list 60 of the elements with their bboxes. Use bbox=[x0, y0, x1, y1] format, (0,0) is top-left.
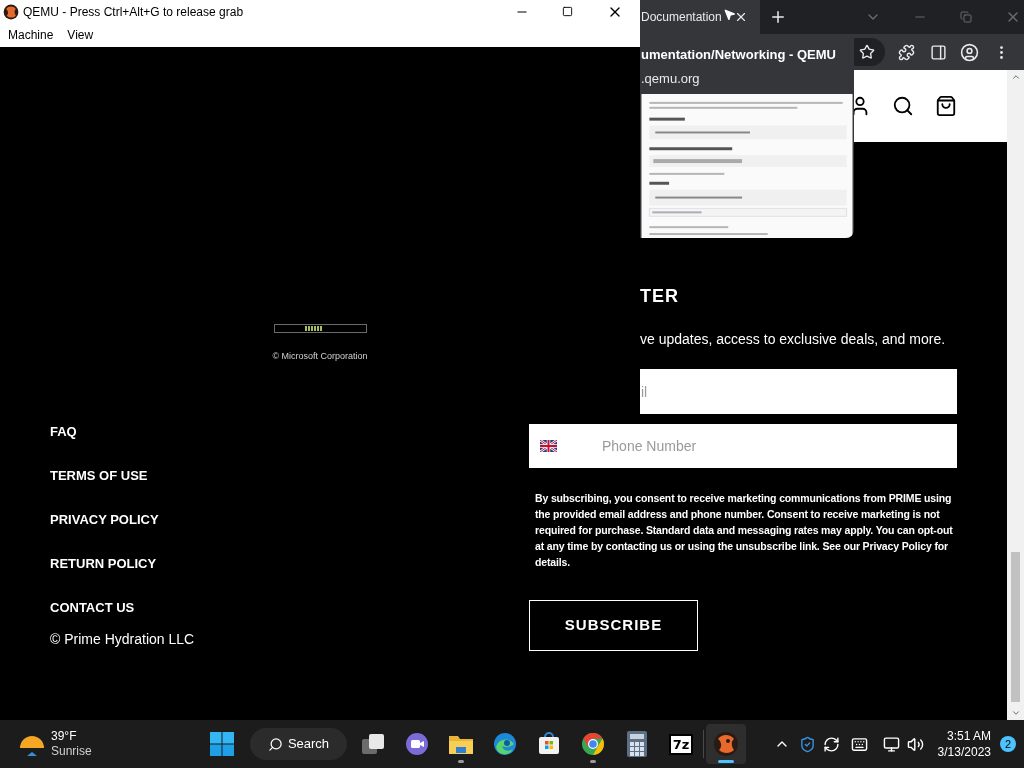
shopping-bag-icon[interactable] bbox=[935, 95, 957, 117]
footer-link[interactable]: CONTACT US bbox=[50, 599, 135, 617]
menu-item[interactable]: Machine bbox=[8, 26, 54, 44]
keyboard-icon[interactable] bbox=[850, 735, 868, 753]
profile-icon[interactable] bbox=[960, 42, 979, 62]
browser-tab[interactable]: Documentation bbox=[640, 0, 760, 34]
consent-text: By subscribing, you consent to receive marketing communications from PRIME using the provided email address and phone number. Consent to receive marketing is not required for purchase. Standard data and messaging rates may apply. You can opt-out at any time by contacting us or using the unsubscribe link. See our Privacy Policy for details. bbox=[534, 491, 954, 570]
qemu-logo-icon bbox=[3, 3, 19, 20]
search-button[interactable]: Search bbox=[250, 728, 347, 760]
scroll-up-icon[interactable] bbox=[1010, 72, 1021, 82]
puzzle-icon[interactable] bbox=[898, 43, 915, 61]
scrollbar-thumb[interactable] bbox=[1011, 552, 1020, 702]
copyright-text: © Prime Hydration LLC bbox=[50, 630, 195, 648]
menu-item[interactable]: View bbox=[67, 26, 94, 44]
weather-condition[interactable]: Sunrise bbox=[51, 744, 92, 759]
network-icon[interactable] bbox=[882, 735, 900, 753]
tab-title: Documentation bbox=[641, 9, 722, 26]
windows-logo-icon bbox=[210, 732, 234, 756]
subscribe-button[interactable]: SUBSCRIBE bbox=[529, 600, 698, 651]
clock-time[interactable]: 3:51 AM bbox=[946, 728, 991, 744]
maximize-icon[interactable] bbox=[562, 6, 573, 17]
clock-date[interactable]: 3/13/2023 bbox=[937, 744, 991, 760]
qemu-logo-icon bbox=[713, 731, 739, 757]
taskbar-app-button[interactable] bbox=[706, 724, 746, 764]
scroll-down-icon[interactable] bbox=[1010, 708, 1021, 718]
volume-icon[interactable] bbox=[906, 735, 924, 753]
mouse-pointer-icon bbox=[723, 8, 736, 21]
calculator-icon bbox=[627, 731, 647, 757]
task-view-icon bbox=[361, 733, 385, 755]
search-icon bbox=[267, 736, 283, 752]
notification-badge[interactable]: 2 bbox=[1000, 736, 1016, 752]
footer-link[interactable]: TERMS OF USE bbox=[50, 467, 148, 485]
phone-field[interactable]: Phone Number bbox=[529, 424, 957, 468]
browser-logo-icon bbox=[493, 732, 517, 756]
preview-title: umentation/Networking - QEMU bbox=[640, 46, 836, 64]
newsletter-subtitle: ve updates, access to exclusive deals, and more. bbox=[640, 330, 946, 348]
window-title: QEMU - Press Ctrl+Alt+G to release grab bbox=[23, 3, 244, 21]
new-tab-icon[interactable] bbox=[769, 8, 787, 26]
shield-icon[interactable] bbox=[798, 735, 816, 753]
boot-copyright: © Microsoft Corporation bbox=[272, 350, 368, 363]
weather-temperature[interactable]: 39°F bbox=[51, 729, 92, 744]
search-icon[interactable] bbox=[892, 95, 914, 117]
footer-link[interactable]: FAQ bbox=[50, 423, 77, 441]
preview-url: .qemu.org bbox=[640, 69, 700, 88]
sync-icon[interactable] bbox=[822, 735, 840, 753]
chrome-logo-icon bbox=[581, 732, 605, 756]
footer-link[interactable]: RETURN POLICY bbox=[50, 555, 157, 573]
taskbar-app-button[interactable]: 7z bbox=[661, 724, 701, 764]
side-panel-icon[interactable] bbox=[930, 43, 947, 61]
email-field[interactable]: il bbox=[640, 369, 957, 414]
archiver-icon: 7z bbox=[668, 733, 694, 755]
scrollbar[interactable] bbox=[1007, 70, 1024, 720]
flag-icon[interactable] bbox=[540, 440, 557, 452]
address-bar[interactable] bbox=[854, 38, 885, 66]
shopping-bag-icon bbox=[537, 732, 561, 756]
newsletter-heading: TER bbox=[640, 285, 679, 307]
folder-icon bbox=[448, 733, 474, 755]
star-icon[interactable] bbox=[859, 44, 875, 60]
video-chat-icon bbox=[405, 732, 429, 756]
footer-link[interactable]: PRIVACY POLICY bbox=[50, 511, 159, 529]
